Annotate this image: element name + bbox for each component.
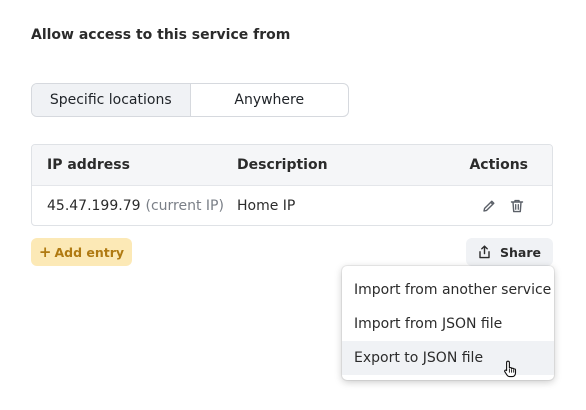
- table-header: IP address Description Actions: [32, 145, 552, 186]
- plus-icon: +: [38, 243, 52, 261]
- share-dropdown-menu: Import from another service Import from …: [342, 266, 554, 380]
- menu-item-export-json[interactable]: Export to JSON file: [342, 341, 554, 375]
- menu-item-import-another-service[interactable]: Import from another service: [342, 273, 554, 307]
- add-entry-label: Add entry: [54, 244, 125, 260]
- current-ip-note: (current IP): [145, 198, 224, 214]
- column-header-description: Description: [237, 157, 328, 173]
- access-heading: Allow access to this service from: [31, 27, 291, 43]
- pencil-icon[interactable]: [478, 195, 500, 217]
- row-actions: [478, 186, 528, 225]
- option-specific-locations[interactable]: Specific locations: [32, 84, 191, 116]
- description-cell: Home IP: [237, 198, 296, 214]
- hand-pointer-icon: [504, 360, 517, 378]
- access-scope-toggle: Specific locations Anywhere: [31, 83, 349, 117]
- ip-address: 45.47.199.79: [47, 198, 141, 214]
- menu-item-import-json[interactable]: Import from JSON file: [342, 307, 554, 341]
- option-anywhere[interactable]: Anywhere: [191, 84, 349, 116]
- add-entry-button[interactable]: + Add entry: [31, 238, 132, 266]
- column-header-actions: Actions: [469, 157, 528, 173]
- share-label: Share: [500, 244, 541, 260]
- table-row: 45.47.199.79 (current IP) Home IP: [32, 186, 552, 225]
- ip-cell: 45.47.199.79 (current IP): [47, 186, 224, 225]
- trash-icon[interactable]: [506, 195, 528, 217]
- share-button[interactable]: Share: [466, 238, 553, 266]
- column-header-ip: IP address: [47, 157, 130, 173]
- share-icon: [479, 245, 490, 259]
- ip-allowlist-table: IP address Description Actions 45.47.199…: [31, 144, 553, 226]
